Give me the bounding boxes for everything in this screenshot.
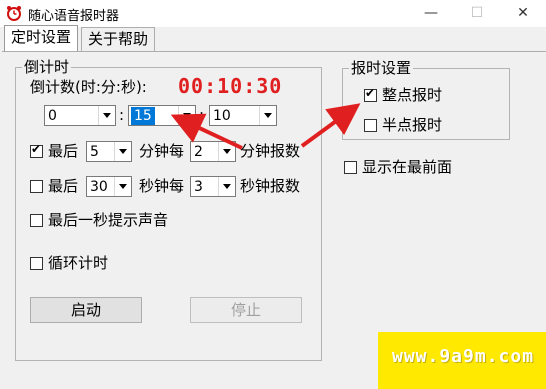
window-title: 随心语音报时器 bbox=[28, 9, 120, 24]
minutes-announce-checkbox[interactable] bbox=[30, 142, 43, 158]
last-second-sound-label: 最后一秒提示声音 bbox=[48, 211, 169, 229]
row-prefix: 最后 bbox=[48, 177, 79, 195]
always-on-top-label: 显示在最前面 bbox=[362, 158, 453, 176]
on-hour-chime-checkbox[interactable] bbox=[364, 86, 377, 102]
minutes-select[interactable]: 15 bbox=[128, 105, 196, 126]
last-second-sound-checkbox[interactable] bbox=[30, 214, 43, 227]
hours-value: 0 bbox=[48, 108, 57, 124]
maximize-button: ☐ bbox=[470, 5, 484, 21]
row-suffix: 分钟报数 bbox=[240, 142, 301, 160]
countdown-group-title: 倒计时 bbox=[22, 57, 72, 77]
tab-timer-settings[interactable]: 定时设置 bbox=[4, 25, 79, 51]
chevron-down-icon[interactable] bbox=[114, 142, 131, 161]
tab-about-help[interactable]: 关于帮助 bbox=[81, 27, 156, 51]
minimize-button[interactable]: — bbox=[408, 0, 454, 27]
start-button[interactable]: 启动 bbox=[30, 297, 142, 323]
seconds-announce-checkbox[interactable] bbox=[30, 180, 43, 193]
row-suffix: 秒钟报数 bbox=[240, 177, 301, 195]
row-prefix: 最后 bbox=[48, 142, 79, 160]
countdown-display: 00:10:30 bbox=[178, 74, 283, 98]
half-hour-chime-checkbox[interactable] bbox=[364, 119, 377, 132]
loop-timer-checkbox[interactable] bbox=[30, 257, 43, 270]
alarm-clock-icon bbox=[7, 6, 21, 21]
chevron-down-icon[interactable] bbox=[218, 142, 235, 161]
every-minutes-value: 2 bbox=[194, 144, 203, 160]
half-hour-chime-label: 半点报时 bbox=[382, 116, 443, 134]
last-seconds-value: 30 bbox=[90, 179, 108, 195]
chevron-down-icon[interactable] bbox=[114, 177, 131, 196]
chevron-down-icon[interactable] bbox=[218, 177, 235, 196]
site-watermark: www.9a9m.com bbox=[378, 332, 546, 389]
every-minutes-select[interactable]: 2 bbox=[190, 141, 236, 162]
last-minutes-select[interactable]: 5 bbox=[86, 141, 132, 162]
last-minutes-value: 5 bbox=[90, 144, 99, 160]
tab-divider bbox=[2, 51, 546, 52]
time-separator: : bbox=[119, 106, 125, 124]
chevron-down-icon[interactable] bbox=[259, 106, 276, 125]
minutes-value: 15 bbox=[131, 107, 155, 125]
on-hour-chime-label: 整点报时 bbox=[382, 86, 443, 104]
chime-group-title: 报时设置 bbox=[349, 58, 414, 78]
time-separator: : bbox=[199, 106, 205, 124]
every-seconds-value: 3 bbox=[194, 179, 203, 195]
loop-timer-label: 循环计时 bbox=[48, 254, 109, 272]
every-seconds-select[interactable]: 3 bbox=[190, 176, 236, 197]
chevron-down-icon[interactable] bbox=[178, 106, 195, 125]
title-bar: 随心语音报时器 — ☐ ✕ bbox=[0, 0, 546, 27]
countdown-label: 倒计数(时:分:秒): bbox=[30, 78, 147, 96]
watermark-text: www.9a9m.com bbox=[392, 346, 535, 367]
row-middle: 秒钟每 bbox=[139, 177, 185, 195]
last-seconds-select[interactable]: 30 bbox=[86, 176, 132, 197]
chevron-down-icon[interactable] bbox=[98, 106, 115, 125]
stop-button: 停止 bbox=[190, 297, 302, 323]
always-on-top-checkbox[interactable] bbox=[344, 161, 357, 174]
seconds-select[interactable]: 10 bbox=[209, 105, 277, 126]
seconds-value: 10 bbox=[213, 108, 231, 124]
row-middle: 分钟每 bbox=[139, 142, 185, 160]
hours-select[interactable]: 0 bbox=[44, 105, 116, 126]
close-button[interactable]: ✕ bbox=[500, 0, 546, 27]
